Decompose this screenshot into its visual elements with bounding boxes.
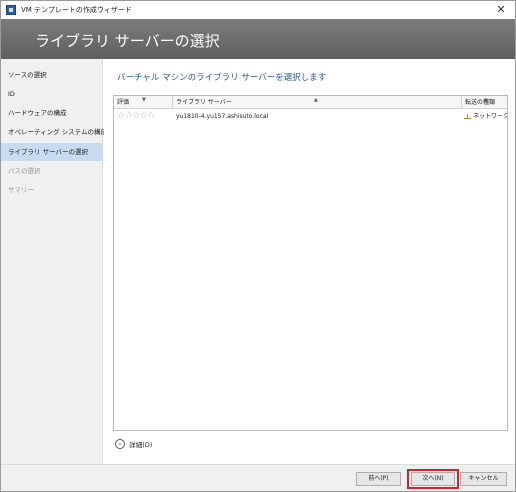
column-label-transfer-type: 転送の種類 <box>465 99 496 106</box>
transfer-type-cell: ネットワーク <box>464 110 508 123</box>
window-title: VM テンプレートの作成ウィザード <box>21 6 132 14</box>
column-header-library-server[interactable]: ライブラリ サーバー ▲ <box>173 96 462 109</box>
cancel-button[interactable]: キャンセル <box>460 472 507 486</box>
library-server-name: yu1810-4.yu157.ashisuto.local <box>176 113 269 120</box>
nav-item-library-server[interactable]: ライブラリ サーバーの選択 <box>1 143 102 161</box>
page-title: ライブラリ サーバーの選択 <box>35 32 220 50</box>
app-icon <box>6 5 16 15</box>
close-icon[interactable]: ✕ <box>493 2 509 17</box>
wizard-step-nav: ソースの選択 ID ハードウェアの構成 オペレーティング システムの構成 ライブ… <box>1 59 107 464</box>
nav-item-hardware[interactable]: ハードウェアの構成 <box>1 104 102 122</box>
section-heading: バーチャル マシンのライブラリ サーバーを選択します <box>117 73 327 83</box>
details-label: 詳細(D) <box>129 441 153 449</box>
back-button[interactable]: 前へ(P) <box>356 472 401 486</box>
column-header-transfer-type[interactable]: 転送の種類 ▲ <box>462 96 507 109</box>
column-label-library-server: ライブラリ サーバー <box>176 99 232 106</box>
network-icon <box>464 114 471 119</box>
rating-stars-icon: ☆☆☆☆☆ <box>117 111 155 121</box>
list-header: 評価 ▼ ライブラリ サーバー ▲ 転送の種類 ▲ <box>114 96 507 109</box>
nav-item-path: パスの選択 <box>8 167 41 175</box>
column-header-rating[interactable]: 評価 ▼ <box>114 96 173 109</box>
nav-item-source[interactable]: ソースの選択 <box>1 66 102 84</box>
sort-desc-icon: ▼ <box>142 97 146 103</box>
sort-asc-icon: ▲ <box>314 97 318 103</box>
chevron-down-icon: ⌄ <box>115 439 125 449</box>
header-banner: ライブラリ サーバーの選択 <box>1 19 515 59</box>
sort-asc-icon: ▲ <box>484 97 488 103</box>
transfer-type-label: ネットワーク <box>473 113 508 120</box>
details-toggle[interactable]: ⌄ 詳細(D) <box>115 439 152 451</box>
wizard-footer: 前へ(P) 次へ(N) キャンセル <box>1 464 515 491</box>
nav-item-os[interactable]: オペレーティング システムの構成 <box>1 123 107 141</box>
wizard-window: VM テンプレートの作成ウィザード ✕ ライブラリ サーバーの選択 ソースの選択… <box>0 0 516 492</box>
main-panel: バーチャル マシンのライブラリ サーバーを選択します 評価 ▼ ライブラリ サー… <box>104 59 515 464</box>
table-row[interactable]: ☆☆☆☆☆ yu1810-4.yu157.ashisuto.local ネットワ… <box>114 110 507 123</box>
nav-item-summary: サマリー <box>8 186 34 194</box>
library-server-list[interactable]: 評価 ▼ ライブラリ サーバー ▲ 転送の種類 ▲ ☆☆☆☆☆ yu1810-4… <box>113 95 508 431</box>
nav-item-id[interactable]: ID <box>1 85 102 103</box>
next-button[interactable]: 次へ(N) <box>411 472 455 486</box>
column-label-rating: 評価 <box>117 99 130 106</box>
title-bar: VM テンプレートの作成ウィザード ✕ <box>1 1 515 19</box>
